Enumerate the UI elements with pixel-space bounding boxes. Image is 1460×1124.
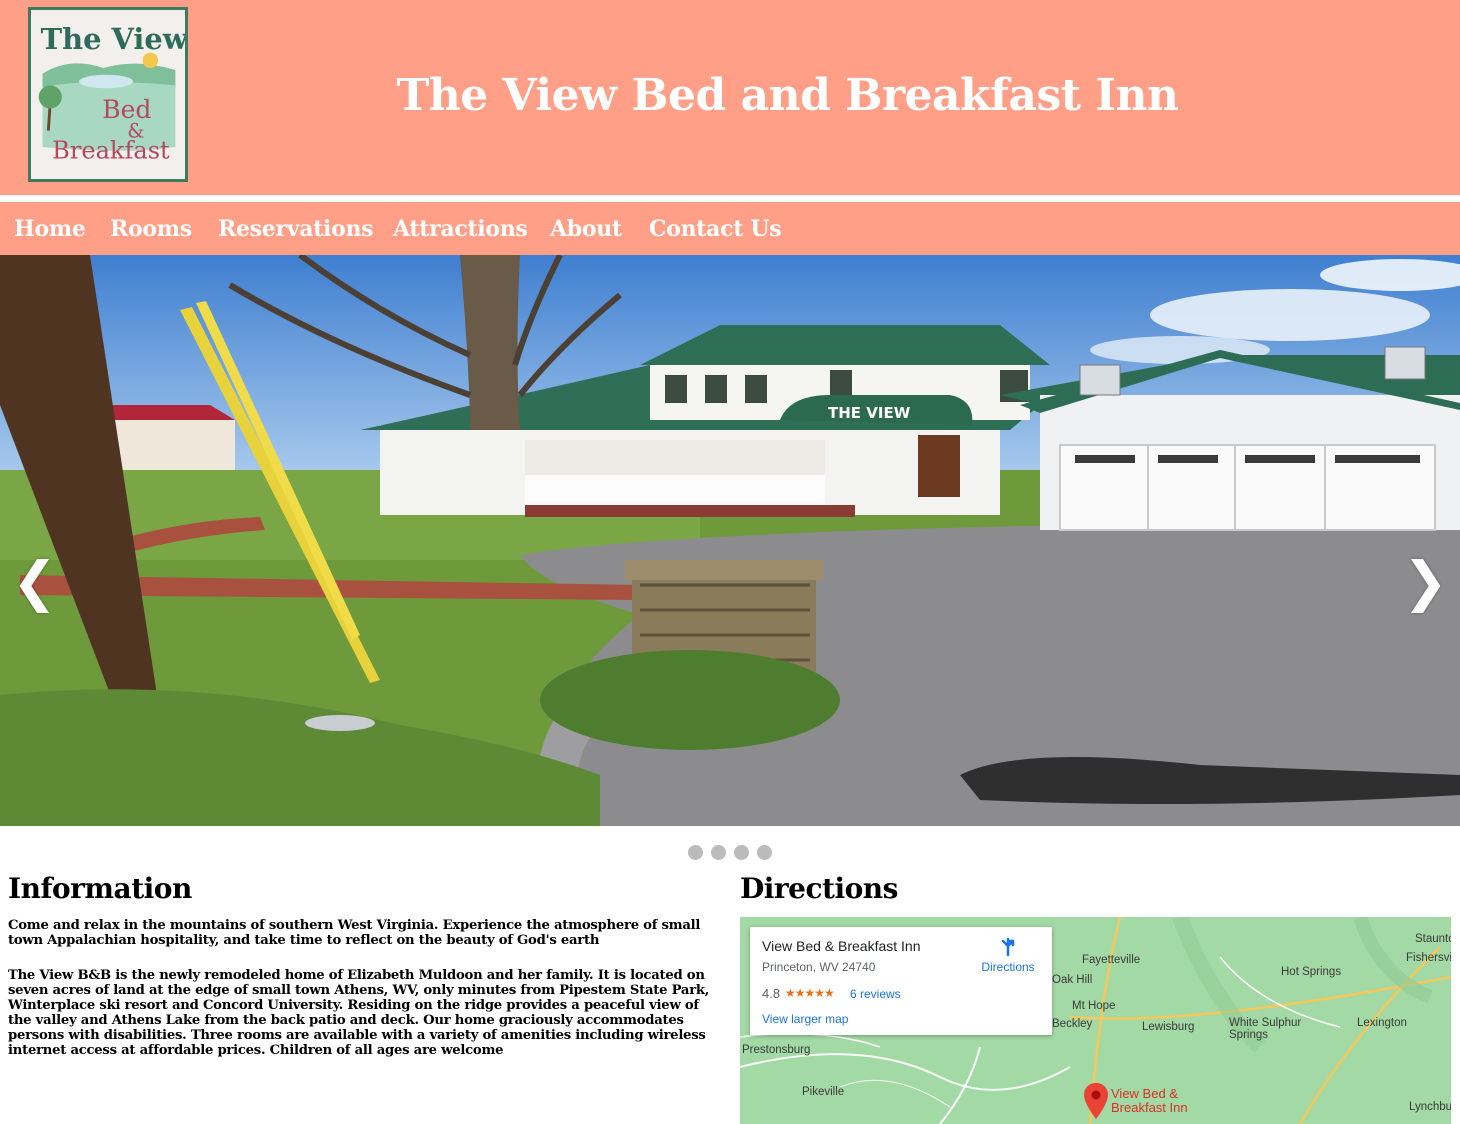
rating-stars-icon: ★★★★★ (785, 986, 835, 1000)
inn-photo: THE VIEW (0, 255, 1460, 826)
marker-label-line-1: View Bed & (1111, 1086, 1178, 1101)
map-place: Prestonsburg (742, 1044, 811, 1056)
main-nav: Home Rooms Reservations Attractions Abou… (0, 202, 1460, 255)
map-place: White Sulphur (1229, 1017, 1302, 1029)
information-intro: Come and relax in the mountains of south… (8, 918, 701, 948)
slider-dots (688, 845, 778, 861)
directions-button[interactable]: Directions (978, 937, 1038, 974)
map-place: Pikeville (802, 1086, 845, 1098)
slider-dot-1[interactable] (688, 845, 703, 860)
map-place: Oak Hill (1052, 974, 1093, 986)
reviews-link[interactable]: 6 reviews (850, 987, 901, 1001)
svg-text:The View: The View (41, 22, 185, 56)
place-rating: 4.8 (762, 986, 781, 1001)
map-place: Lewisburg (1142, 1021, 1195, 1033)
nav-reservations[interactable]: Reservations (218, 216, 374, 242)
nav-home[interactable]: Home (14, 216, 86, 242)
map-place: Hot Springs (1281, 966, 1342, 978)
slider-prev-button[interactable]: ❮ (12, 555, 57, 609)
map-place: Lexington (1357, 1017, 1407, 1029)
svg-text:THE VIEW: THE VIEW (828, 404, 911, 422)
map-place: Lynchburg (1409, 1101, 1451, 1113)
slider-dot-3[interactable] (734, 845, 749, 860)
map-place: Staunton (1415, 933, 1451, 945)
map-place: Springs (1229, 1029, 1268, 1041)
directions-icon (1001, 937, 1015, 957)
view-larger-map-link[interactable]: View larger map (762, 1012, 848, 1026)
image-slider[interactable]: THE VIEW ❮ ❯ (0, 255, 1460, 826)
directions-label: Directions (981, 960, 1035, 974)
google-map[interactable]: Fayetteville Oak Hill Mt Hope Beckley Le… (740, 917, 1451, 1124)
place-name: View Bed & Breakfast Inn (762, 938, 921, 954)
slider-dot-4[interactable] (757, 845, 772, 860)
nav-contact-us[interactable]: Contact Us (649, 216, 782, 242)
information-details: The View B&B is the newly remodeled home… (8, 968, 710, 1058)
slider-dot-2[interactable] (711, 845, 726, 860)
map-pin-icon[interactable] (1084, 1083, 1108, 1119)
svg-text:Breakfast: Breakfast (52, 137, 170, 165)
directions-heading: Directions (740, 872, 898, 905)
place-address: Princeton, WV 24740 (762, 960, 876, 974)
map-marker-label[interactable]: View Bed & Breakfast Inn (1111, 1087, 1188, 1115)
site-header: The View Bed & Breakfast The View Bed an… (0, 0, 1460, 195)
nav-attractions[interactable]: Attractions (393, 216, 528, 242)
information-heading: Information (8, 872, 192, 905)
map-place: Fayetteville (1082, 954, 1141, 966)
map-place: Beckley (1052, 1018, 1093, 1030)
map-place: Mt Hope (1072, 1000, 1116, 1012)
nav-rooms[interactable]: Rooms (110, 216, 192, 242)
marker-label-line-2: Breakfast Inn (1111, 1100, 1188, 1115)
nav-about[interactable]: About (550, 216, 622, 242)
map-place: Fishersville (1406, 952, 1451, 964)
site-title: The View Bed and Breakfast Inn (396, 70, 1179, 121)
map-place-card: View Bed & Breakfast Inn Princeton, WV 2… (750, 927, 1052, 1035)
slider-next-button[interactable]: ❯ (1403, 555, 1448, 609)
